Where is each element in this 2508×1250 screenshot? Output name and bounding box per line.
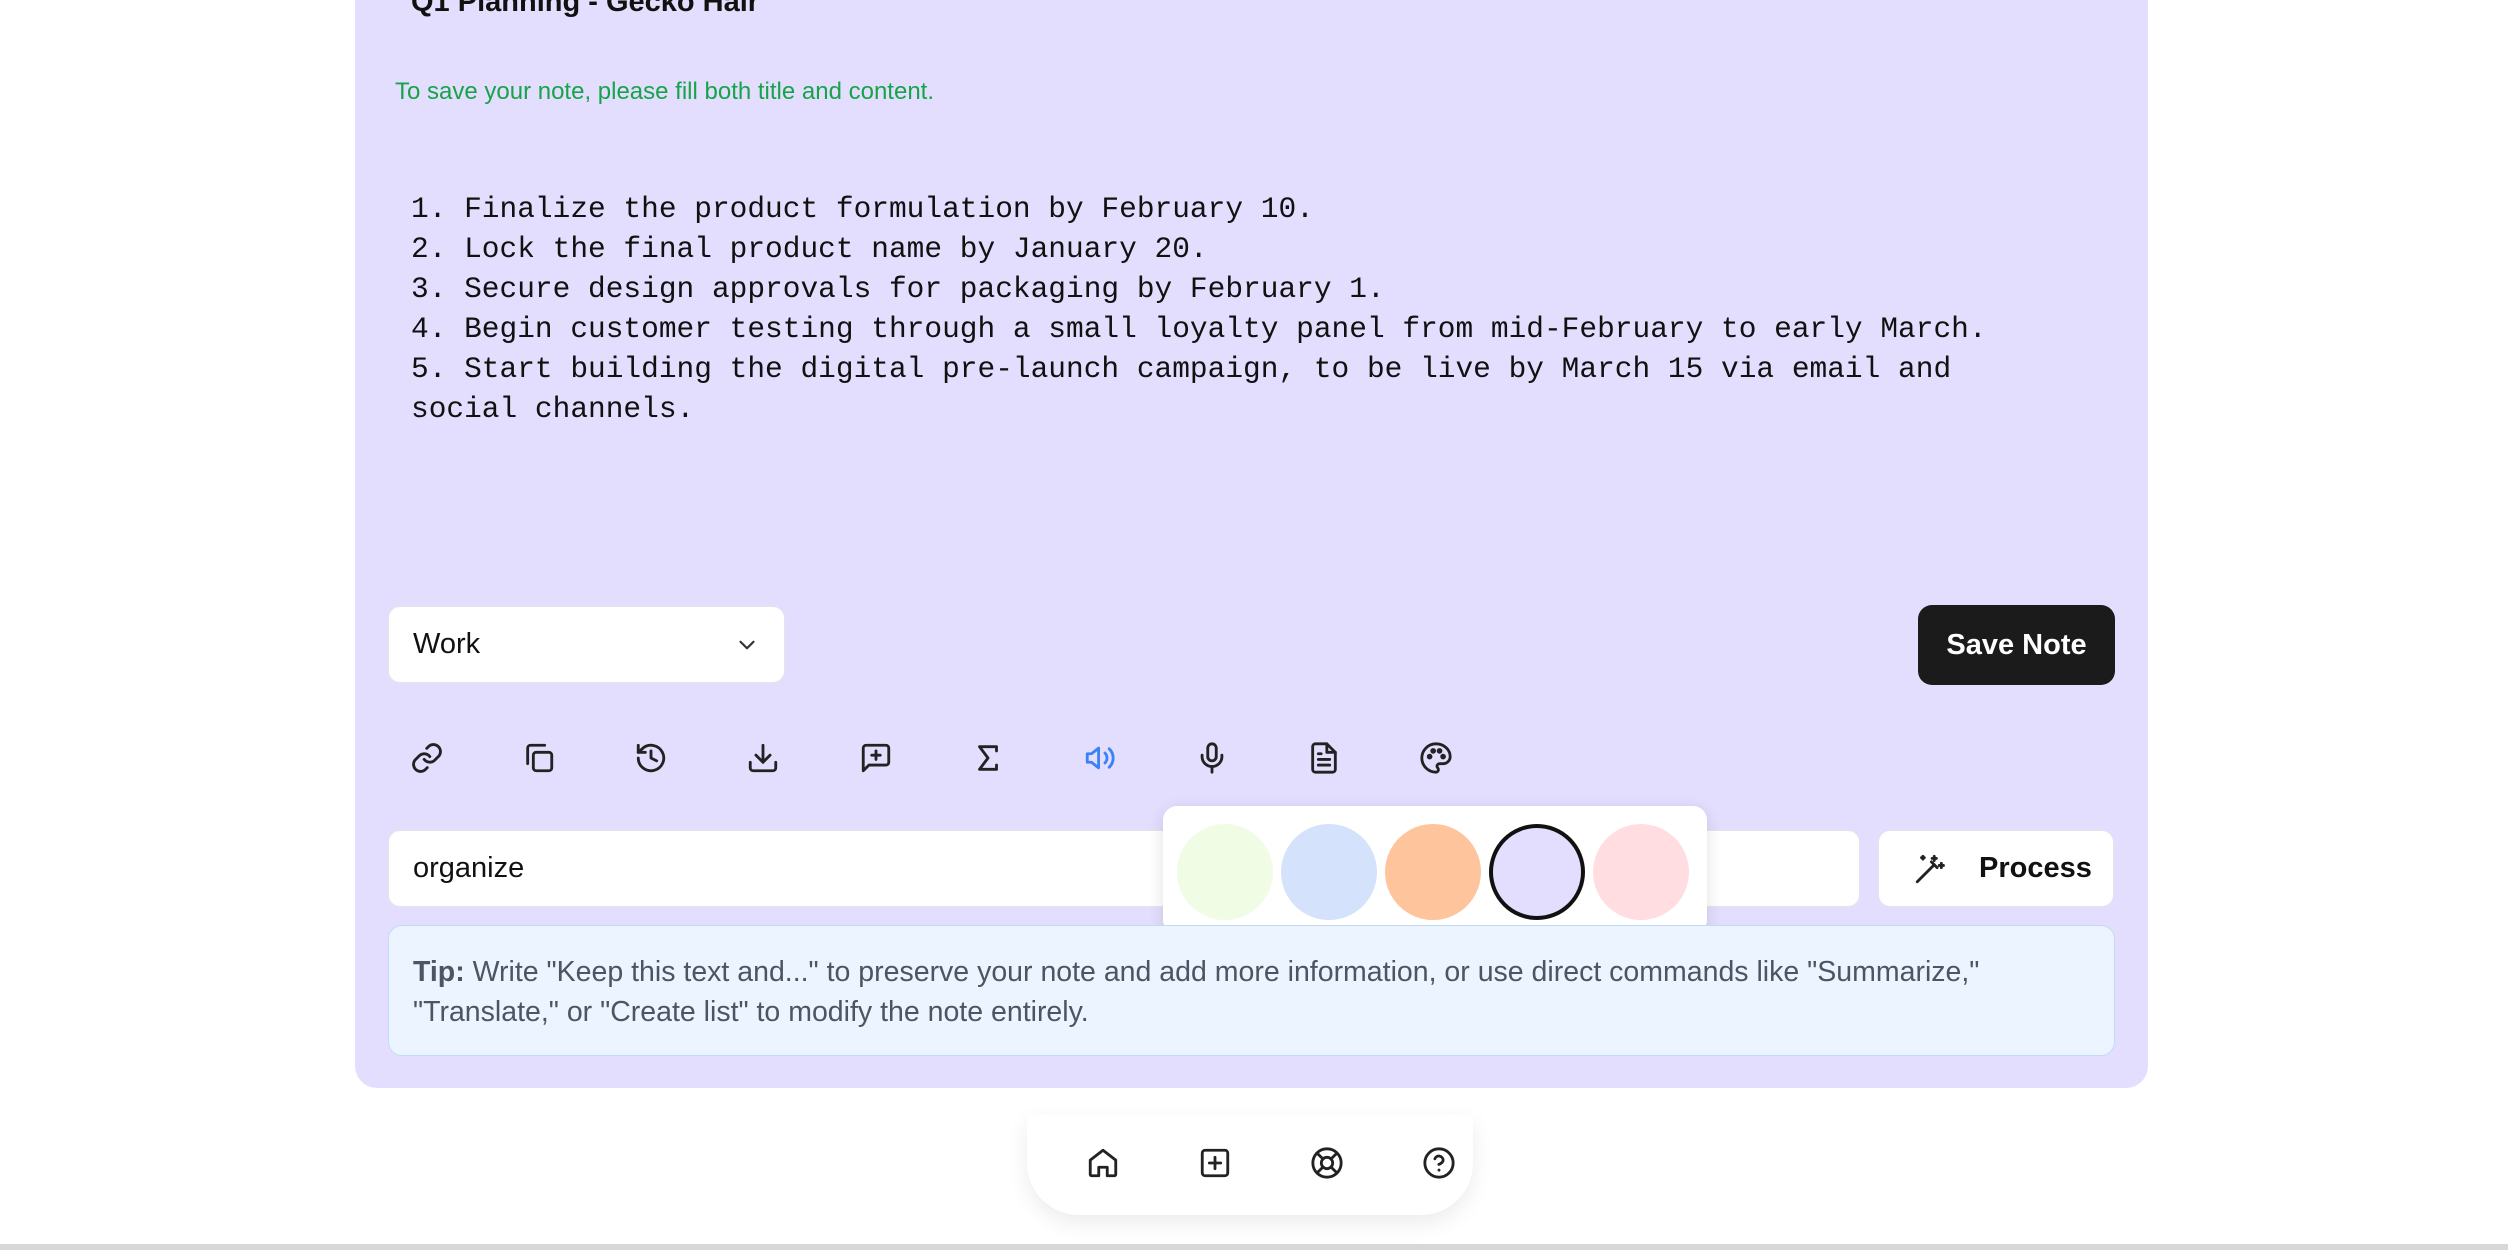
- color-swatch-orange[interactable]: [1385, 824, 1481, 920]
- microphone-icon[interactable]: [1192, 738, 1232, 778]
- speaker-icon[interactable]: [1080, 738, 1120, 778]
- process-button-label: Process: [1979, 852, 2092, 884]
- document-icon[interactable]: [1304, 738, 1344, 778]
- history-icon[interactable]: [631, 738, 671, 778]
- download-icon[interactable]: [743, 738, 783, 778]
- process-button[interactable]: Process: [1878, 830, 2114, 907]
- magic-wand-icon: [1915, 854, 1945, 883]
- save-note-button[interactable]: Save Note: [1918, 605, 2115, 685]
- bottom-nav: [1027, 1115, 1473, 1215]
- tip-label: Tip:: [413, 956, 465, 988]
- color-swatch-blue[interactable]: [1281, 824, 1377, 920]
- copy-icon[interactable]: [519, 738, 559, 778]
- window-bottom-edge: [0, 1244, 2508, 1250]
- palette-icon[interactable]: [1416, 738, 1456, 778]
- link-icon[interactable]: [407, 738, 447, 778]
- tip-box: Tip: Write "Keep this text and..." to pr…: [388, 925, 2115, 1056]
- color-swatch-green[interactable]: [1177, 824, 1273, 920]
- note-title[interactable]: Q1 Planning - Gecko Hair: [411, 0, 759, 19]
- sigma-icon[interactable]: [968, 738, 1008, 778]
- add-note-icon[interactable]: [1195, 1143, 1235, 1183]
- color-picker-popover: [1163, 806, 1707, 934]
- color-swatch-pink[interactable]: [1593, 824, 1689, 920]
- category-selected-value: Work: [413, 628, 481, 660]
- add-comment-icon[interactable]: [856, 738, 896, 778]
- home-icon[interactable]: [1083, 1143, 1123, 1183]
- note-content[interactable]: 1. Finalize the product formulation by F…: [411, 189, 2071, 429]
- tip-text: Write "Keep this text and..." to preserv…: [413, 956, 1980, 1028]
- chevron-down-icon: [739, 640, 755, 649]
- validation-hint: To save your note, please fill both titl…: [395, 78, 935, 105]
- color-swatch-lavender[interactable]: [1489, 824, 1585, 920]
- category-select[interactable]: Work: [388, 606, 785, 683]
- question-icon[interactable]: [1419, 1143, 1459, 1183]
- help-lifebuoy-icon[interactable]: [1307, 1143, 1347, 1183]
